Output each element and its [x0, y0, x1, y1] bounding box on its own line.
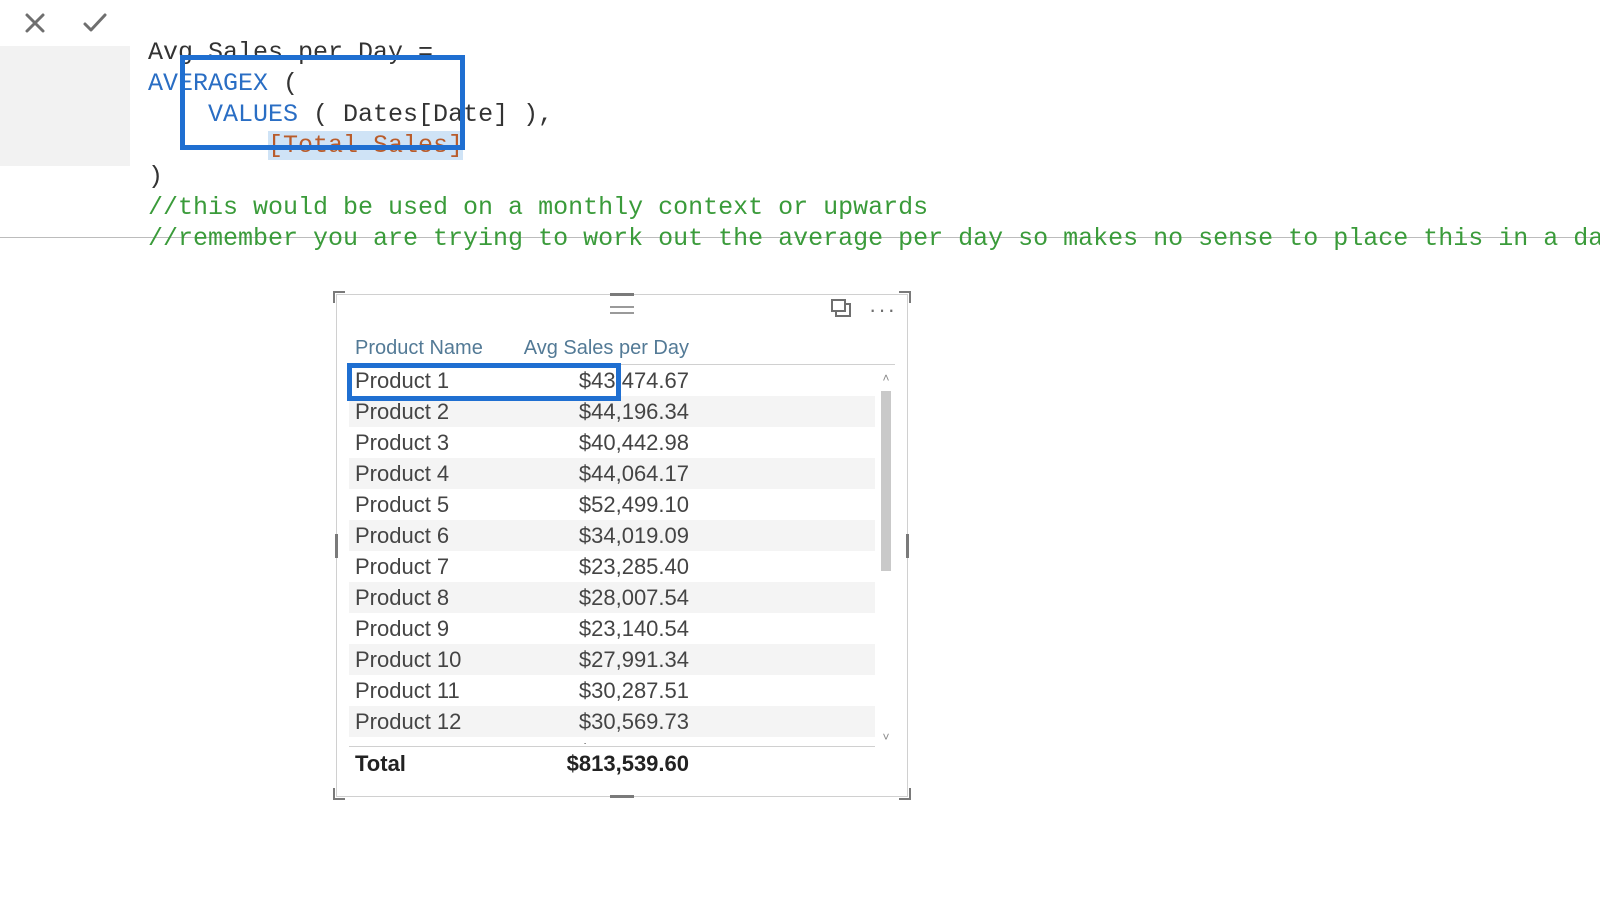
- table-row[interactable]: Product 9$23,140.54: [349, 613, 875, 644]
- resize-handle-right[interactable]: [906, 534, 909, 558]
- table-row[interactable]: Product 2$44,196.34: [349, 396, 875, 427]
- cell-name: Product 4: [355, 461, 505, 487]
- cell-name: Product 13: [355, 740, 505, 745]
- table-row[interactable]: Product 3$40,442.98: [349, 427, 875, 458]
- header-avg-sales[interactable]: Avg Sales per Day: [505, 337, 705, 360]
- cell-value: $52,499.10: [505, 492, 705, 518]
- cell-value: $28,007.54: [505, 585, 705, 611]
- values-open: (: [298, 100, 343, 129]
- cell-value: $44,064.17: [505, 461, 705, 487]
- table-row[interactable]: Product 11$30,287.51: [349, 675, 875, 706]
- table-row[interactable]: Product 10$27,991.34: [349, 644, 875, 675]
- cell-value: $54,485.90: [505, 740, 705, 745]
- commit-icon[interactable]: [79, 7, 111, 39]
- table-visual[interactable]: ··· Product Name Avg Sales per Day Produ…: [336, 294, 908, 797]
- more-options-icon[interactable]: ···: [869, 297, 897, 323]
- cell-value: $34,019.09: [505, 523, 705, 549]
- resize-handle-br[interactable]: [899, 788, 911, 800]
- formula-editor[interactable]: Avg Sales per Day = AVERAGEX ( VALUES ( …: [148, 6, 1600, 254]
- table-row[interactable]: Product 1$43,474.67: [349, 365, 875, 396]
- open-paren: (: [268, 69, 298, 98]
- cell-value: $30,569.73: [505, 709, 705, 735]
- cell-name: Product 1: [355, 368, 505, 394]
- resize-handle-bl[interactable]: [333, 788, 345, 800]
- table-row[interactable]: Product 12$30,569.73: [349, 706, 875, 737]
- cell-value: $43,474.67: [505, 368, 705, 394]
- formula-gutter: [0, 46, 130, 166]
- cancel-icon[interactable]: [19, 7, 51, 39]
- resize-handle-bottom[interactable]: [610, 795, 634, 798]
- cell-value: $27,991.34: [505, 647, 705, 673]
- table-total-row: Total $813,539.60: [349, 746, 875, 780]
- measure-name: Avg Sales per Day: [148, 38, 403, 67]
- visual-header: ···: [337, 295, 907, 325]
- cell-name: Product 3: [355, 430, 505, 456]
- formula-controls: [0, 0, 130, 46]
- cell-name: Product 2: [355, 399, 505, 425]
- cell-name: Product 10: [355, 647, 505, 673]
- cell-value: $23,285.40: [505, 554, 705, 580]
- comment-1: //this would be used on a monthly contex…: [148, 193, 928, 222]
- fn-averagex: AVERAGEX: [148, 69, 268, 98]
- table-row[interactable]: Product 13$54,485.90: [349, 737, 875, 744]
- total-value: $813,539.60: [505, 751, 705, 777]
- column-ref: Dates[Date]: [343, 100, 508, 129]
- table-row[interactable]: Product 7$23,285.40: [349, 551, 875, 582]
- focus-mode-icon[interactable]: [831, 299, 851, 322]
- table-header-row: Product Name Avg Sales per Day: [349, 333, 895, 365]
- scrollbar[interactable]: ˄ ˅: [879, 371, 893, 744]
- scroll-down-icon[interactable]: ˅: [879, 730, 893, 744]
- measure-ref: [Total Sales]: [268, 131, 463, 160]
- cell-name: Product 6: [355, 523, 505, 549]
- comment-2: //remember you are trying to work out th…: [148, 224, 1600, 253]
- cell-value: $40,442.98: [505, 430, 705, 456]
- values-close: ),: [508, 100, 553, 129]
- cell-value: $30,287.51: [505, 678, 705, 704]
- table-rows: Product 1$43,474.67 Product 2$44,196.34 …: [349, 365, 875, 744]
- assign-token: =: [403, 38, 448, 67]
- cell-name: Product 9: [355, 616, 505, 642]
- table-row[interactable]: Product 5$52,499.10: [349, 489, 875, 520]
- cell-name: Product 8: [355, 585, 505, 611]
- header-product-name[interactable]: Product Name: [355, 337, 505, 360]
- table-row[interactable]: Product 6$34,019.09: [349, 520, 875, 551]
- cell-name: Product 12: [355, 709, 505, 735]
- table-row[interactable]: Product 4$44,064.17: [349, 458, 875, 489]
- cell-name: Product 7: [355, 554, 505, 580]
- table-body: Product Name Avg Sales per Day Product 1…: [349, 333, 895, 784]
- cell-name: Product 5: [355, 492, 505, 518]
- drag-handle-icon[interactable]: [610, 306, 634, 314]
- cell-value: $44,196.34: [505, 399, 705, 425]
- close-paren: ): [148, 162, 163, 191]
- resize-handle-left[interactable]: [335, 534, 338, 558]
- scroll-up-icon[interactable]: ˄: [879, 371, 893, 385]
- formula-bar: Avg Sales per Day = AVERAGEX ( VALUES ( …: [0, 0, 1600, 238]
- cell-name: Product 11: [355, 678, 505, 704]
- total-label: Total: [355, 751, 505, 777]
- table-row[interactable]: Product 8$28,007.54: [349, 582, 875, 613]
- fn-values: VALUES: [208, 100, 298, 129]
- cell-value: $23,140.54: [505, 616, 705, 642]
- scroll-thumb[interactable]: [881, 391, 891, 571]
